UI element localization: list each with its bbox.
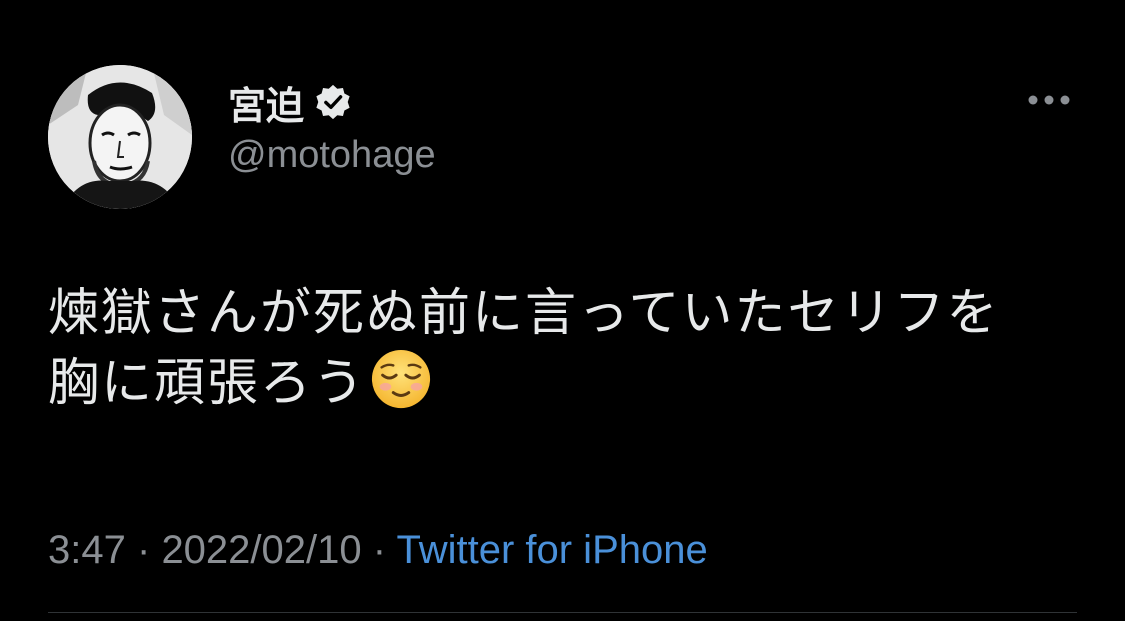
tweet-source-link[interactable]: Twitter for iPhone	[396, 528, 707, 572]
author-handle[interactable]: @motohage	[228, 134, 436, 177]
tweet-text: 煉獄さんが死ぬ前に言っていたセリフを胸に頑張ろう	[48, 280, 1048, 418]
divider	[48, 612, 1077, 613]
tweet-time[interactable]: 3:47	[48, 528, 126, 572]
relieved-face-emoji-icon	[371, 349, 431, 409]
verified-badge-icon	[316, 84, 350, 120]
author-row: 宮迫	[228, 78, 352, 128]
tweet-text-content: 煉獄さんが死ぬ前に言っていたセリフを胸に頑張ろう	[48, 284, 1000, 413]
more-options-button[interactable]	[1024, 80, 1074, 120]
meta-separator: ·	[372, 528, 387, 572]
author-display-name[interactable]: 宮迫	[228, 75, 304, 130]
more-options-icon	[1028, 95, 1070, 105]
avatar[interactable]	[48, 65, 192, 209]
avatar-image	[48, 65, 192, 209]
meta-separator: ·	[136, 528, 151, 572]
tweet-date[interactable]: 2022/02/10	[161, 528, 361, 572]
tweet-meta: 3:47 · 2022/02/10 · Twitter for iPhone	[48, 528, 708, 573]
